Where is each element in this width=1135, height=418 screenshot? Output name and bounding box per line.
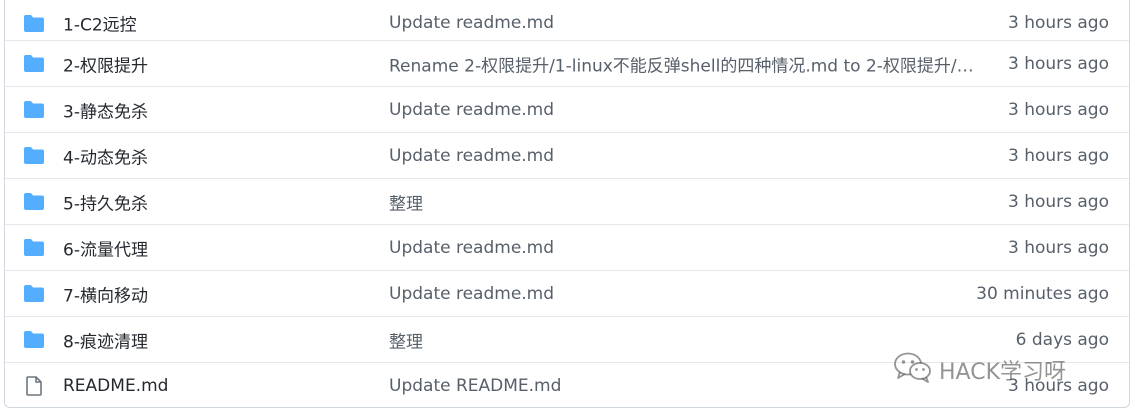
- item-name-link[interactable]: README.md: [63, 376, 168, 396]
- folder-icon: [23, 146, 45, 166]
- list-item[interactable]: 3-静态免杀 Update readme.md 3 hours ago: [5, 86, 1129, 132]
- item-name-link[interactable]: 8-痕迹清理: [63, 327, 148, 352]
- commit-age: 3 hours ago: [1007, 13, 1109, 33]
- list-item[interactable]: 8-痕迹清理 整理 6 days ago: [5, 316, 1129, 362]
- folder-icon: [23, 284, 45, 304]
- commit-age: 3 hours ago: [1007, 99, 1109, 120]
- folder-icon: [23, 192, 45, 212]
- commit-message-link[interactable]: 整理: [389, 327, 979, 352]
- commit-message-link[interactable]: Update readme.md: [389, 146, 979, 166]
- list-item[interactable]: README.md Update README.md 3 hours ago: [5, 362, 1129, 408]
- item-name-link[interactable]: 3-静态免杀: [63, 97, 148, 122]
- commit-age: 3 hours ago: [1007, 375, 1109, 396]
- commit-message-link[interactable]: Update readme.md: [389, 13, 979, 33]
- item-name-link[interactable]: 7-横向移动: [63, 281, 148, 306]
- list-item[interactable]: 5-持久免杀 整理 3 hours ago: [5, 178, 1129, 224]
- commit-message-link[interactable]: Update readme.md: [389, 100, 979, 120]
- file-icon: [23, 375, 45, 396]
- commit-message-link[interactable]: Rename 2-权限提升/1-linux不能反弹shell的四种情况.md t…: [389, 51, 979, 76]
- commit-age: 30 minutes ago: [976, 283, 1109, 304]
- file-list: 1-C2远控 Update readme.md 3 hours ago 2-权限…: [4, 0, 1130, 408]
- list-item[interactable]: 7-横向移动 Update readme.md 30 minutes ago: [5, 270, 1129, 316]
- commit-age: 3 hours ago: [1007, 53, 1109, 74]
- folder-icon: [23, 100, 45, 120]
- item-name-link[interactable]: 5-持久免杀: [63, 189, 148, 214]
- list-item[interactable]: 4-动态免杀 Update readme.md 3 hours ago: [5, 132, 1129, 178]
- commit-message-link[interactable]: Update README.md: [389, 376, 979, 396]
- item-name-link[interactable]: 2-权限提升: [63, 51, 148, 76]
- item-name-link[interactable]: 6-流量代理: [63, 235, 148, 260]
- item-name-link[interactable]: 1-C2远控: [63, 11, 137, 36]
- item-name-link[interactable]: 4-动态免杀: [63, 143, 148, 168]
- commit-age: 3 hours ago: [1007, 237, 1109, 258]
- folder-icon: [23, 54, 45, 74]
- commit-message-link[interactable]: Update readme.md: [389, 284, 979, 304]
- folder-icon: [23, 238, 45, 258]
- commit-age: 6 days ago: [1015, 329, 1109, 350]
- folder-icon: [23, 13, 45, 33]
- commit-message-link[interactable]: Update readme.md: [389, 238, 979, 258]
- folder-icon: [23, 330, 45, 350]
- list-item[interactable]: 6-流量代理 Update readme.md 3 hours ago: [5, 224, 1129, 270]
- list-item[interactable]: 2-权限提升 Rename 2-权限提升/1-linux不能反弹shell的四种…: [5, 40, 1129, 86]
- commit-age: 3 hours ago: [1007, 191, 1109, 212]
- commit-message-link[interactable]: 整理: [389, 189, 979, 214]
- commit-age: 3 hours ago: [1007, 145, 1109, 166]
